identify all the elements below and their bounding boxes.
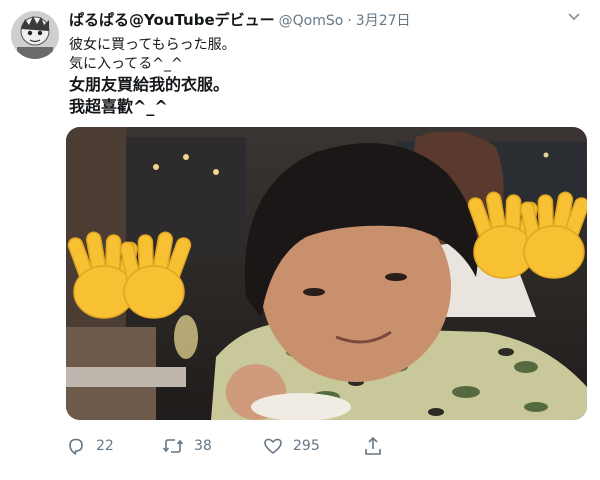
reply-count: 22: [96, 438, 114, 454]
photo-image: [66, 127, 587, 420]
share-button[interactable]: [363, 435, 383, 457]
caret-down-icon[interactable]: [567, 12, 581, 22]
tweet-actions: 22 38 295: [66, 435, 586, 459]
retweet-count: 38: [194, 438, 212, 454]
avatar-image: [11, 11, 59, 59]
handle[interactable]: @QomSo: [279, 13, 344, 29]
display-name[interactable]: ぱるぱる@YouTubeデビュー: [69, 11, 275, 29]
like-button[interactable]: 295: [263, 435, 320, 457]
retweet-icon: [162, 439, 184, 453]
reply-button[interactable]: 22: [66, 435, 114, 457]
tweet-photo[interactable]: [66, 127, 587, 420]
like-icon: [264, 438, 282, 454]
like-count: 295: [293, 438, 320, 454]
tweet: ぱるぱる@YouTubeデビュー @QomSo · 3月27日 彼女に買ってもらった服…: [0, 0, 600, 480]
tweet-date[interactable]: 3月27日: [356, 13, 411, 29]
tweet-text-line: 我超喜歡^_^: [69, 97, 168, 116]
reply-icon: [69, 438, 83, 455]
tweet-text-line: 気に入ってる^_^: [69, 56, 183, 72]
share-icon: [365, 436, 381, 455]
tweet-text: 彼女に買ってもらった服。 気に入ってる^_^ 女朋友買給我的衣服。 我超喜歡^_…: [69, 36, 579, 118]
avatar[interactable]: [11, 11, 59, 59]
separator-dot: ·: [347, 13, 352, 29]
retweet-button[interactable]: 38: [162, 435, 212, 457]
tweet-header: ぱるぱる@YouTubeデビュー @QomSo · 3月27日: [69, 9, 589, 31]
tweet-text-line: 女朋友買給我的衣服。: [69, 75, 230, 94]
tweet-text-line: 彼女に買ってもらった服。: [69, 37, 236, 53]
